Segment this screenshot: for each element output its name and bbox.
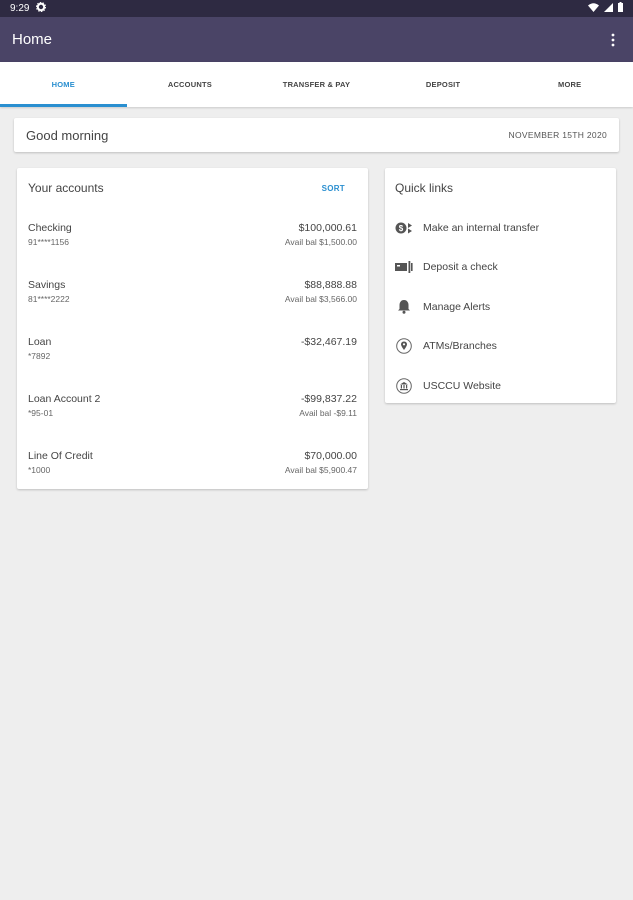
account-number: *95-01 bbox=[28, 408, 54, 418]
account-available-balance: Avail bal $3,566.00 bbox=[284, 294, 357, 304]
sort-button[interactable]: SORT bbox=[322, 184, 345, 193]
account-balance: $88,888.88 bbox=[304, 279, 357, 291]
account-number: 91****1156 bbox=[28, 237, 69, 247]
account-name: Line Of Credit bbox=[28, 450, 93, 462]
app-bar: Home bbox=[0, 17, 633, 62]
bank-icon bbox=[395, 377, 413, 395]
quick-link-atms-branches[interactable]: ATMs/Branches bbox=[395, 327, 606, 367]
tab-more[interactable]: MORE bbox=[506, 62, 633, 107]
account-row-loan-2[interactable]: Loan Account 2 *95-01 -$99,837.22 Avail … bbox=[28, 379, 357, 436]
account-name: Checking bbox=[28, 222, 72, 234]
quick-links-title: Quick links bbox=[395, 181, 454, 195]
quick-link-label: Manage Alerts bbox=[423, 300, 491, 313]
account-row-checking[interactable]: Checking 91****1156 $100,000.61 Avail ba… bbox=[28, 208, 357, 265]
bell-icon bbox=[395, 298, 413, 316]
account-number: *1000 bbox=[28, 465, 51, 475]
account-balance: $100,000.61 bbox=[298, 222, 357, 234]
tab-home[interactable]: HOME bbox=[0, 62, 127, 107]
quick-link-manage-alerts[interactable]: Manage Alerts bbox=[395, 287, 606, 327]
quick-links-card: Quick links $ Make an internal transfer … bbox=[385, 168, 616, 403]
quick-link-deposit-check[interactable]: Deposit a check bbox=[395, 248, 606, 288]
account-balance: $70,000.00 bbox=[304, 450, 357, 462]
account-number: 81****2222 bbox=[28, 294, 70, 304]
tab-accounts[interactable]: ACCOUNTS bbox=[127, 62, 254, 107]
status-time: 9:29 bbox=[10, 3, 30, 14]
quick-link-label: USCCU Website bbox=[423, 379, 501, 392]
account-number: *7892 bbox=[28, 351, 51, 361]
signal-icon bbox=[604, 2, 613, 15]
status-right bbox=[588, 2, 623, 15]
accounts-header: Your accounts SORT bbox=[28, 168, 357, 208]
app-title: Home bbox=[12, 31, 53, 48]
greeting-card: Good morning NOVEMBER 15TH 2020 bbox=[14, 118, 619, 152]
account-name: Savings bbox=[28, 279, 66, 291]
account-available-balance: Avail bal -$9.11 bbox=[299, 408, 357, 418]
status-bar: 9:29 bbox=[0, 0, 633, 17]
tab-transfer-pay[interactable]: TRANSFER & PAY bbox=[253, 62, 380, 107]
wifi-icon bbox=[588, 2, 599, 15]
overflow-menu-icon[interactable] bbox=[605, 28, 621, 52]
status-left: 9:29 bbox=[10, 1, 47, 15]
account-name: Loan Account 2 bbox=[28, 393, 101, 405]
account-name: Loan bbox=[28, 336, 52, 348]
quick-link-website[interactable]: USCCU Website bbox=[395, 366, 606, 406]
accounts-title: Your accounts bbox=[28, 181, 104, 195]
quick-link-label: Deposit a check bbox=[423, 261, 498, 274]
quick-link-label: ATMs/Branches bbox=[423, 340, 497, 353]
battery-icon bbox=[618, 2, 623, 15]
svg-text:$: $ bbox=[399, 224, 404, 233]
check-deposit-icon bbox=[395, 258, 413, 276]
quick-link-label: Make an internal transfer bbox=[423, 221, 540, 234]
tab-deposit[interactable]: DEPOSIT bbox=[380, 62, 507, 107]
account-balance: -$32,467.19 bbox=[300, 336, 357, 348]
transfer-icon: $ bbox=[395, 219, 413, 237]
greeting-date: NOVEMBER 15TH 2020 bbox=[508, 130, 607, 140]
account-balance: -$99,837.22 bbox=[300, 393, 357, 405]
tab-bar: HOME ACCOUNTS TRANSFER & PAY DEPOSIT MOR… bbox=[0, 62, 633, 107]
account-row-savings[interactable]: Savings 81****2222 $88,888.88 Avail bal … bbox=[28, 265, 357, 322]
accounts-card: Your accounts SORT Checking 91****1156 $… bbox=[17, 168, 368, 489]
account-row-loan[interactable]: Loan *7892 -$32,467.19 bbox=[28, 322, 357, 379]
account-available-balance: Avail bal $5,900.47 bbox=[284, 465, 357, 475]
settings-icon bbox=[36, 1, 47, 15]
account-available-balance: Avail bal $1,500.00 bbox=[284, 237, 357, 247]
quick-links-header: Quick links bbox=[395, 168, 606, 208]
location-pin-icon bbox=[395, 337, 413, 355]
greeting-text: Good morning bbox=[26, 127, 109, 143]
account-row-line-of-credit[interactable]: Line Of Credit *1000 $70,000.00 Avail ba… bbox=[28, 436, 357, 493]
quick-link-internal-transfer[interactable]: $ Make an internal transfer bbox=[395, 208, 606, 248]
